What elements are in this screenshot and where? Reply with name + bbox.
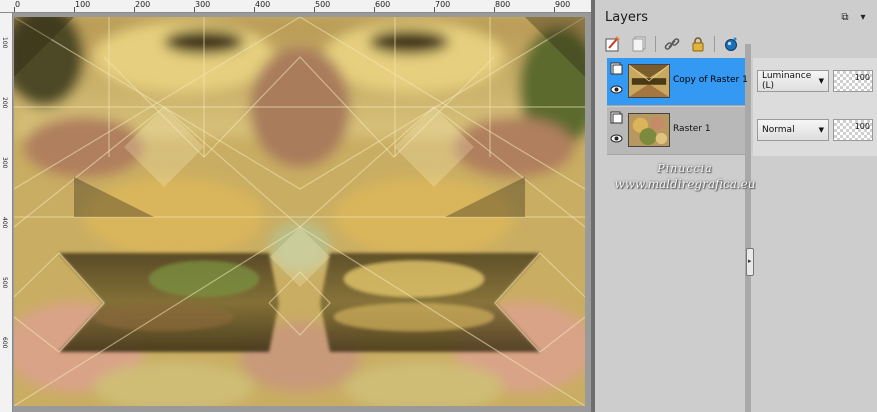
panel-controls: ⧉ ▾: [839, 12, 869, 24]
vertical-ruler[interactable]: 100 200 300 400 500 600: [0, 13, 13, 412]
ruler-label-v-200: 200: [1, 97, 8, 109]
app-window: 0 100 200 300 400 500 600 700 800 900 10…: [0, 0, 877, 412]
duplicate-layer-icon[interactable]: [629, 34, 649, 54]
toolbar-separator: [655, 36, 656, 52]
layer-thumbnail: [628, 113, 670, 147]
color-ball-icon[interactable]: [721, 34, 741, 54]
layer-row-copy-of-raster-1[interactable]: Copy of Raster 1: [607, 58, 748, 106]
ruler-label-h-400: 400: [255, 0, 271, 9]
ruler-label-h-300: 300: [195, 0, 211, 9]
layer-name: Raster 1: [673, 124, 711, 134]
horizontal-ruler[interactable]: 0 100 200 300 400 500 600 700 800 900: [0, 0, 591, 13]
link-icon[interactable]: [662, 34, 682, 54]
chevron-down-icon: ▼: [818, 77, 824, 85]
eye-icon[interactable]: [610, 83, 623, 96]
new-raster-layer-icon[interactable]: [603, 34, 623, 54]
ruler-label-h-700: 700: [435, 0, 451, 9]
layer-type-icon: [610, 62, 623, 75]
image-canvas[interactable]: [14, 17, 585, 406]
ruler-label-v-100: 100: [1, 37, 8, 49]
ruler-label-h-500: 500: [315, 0, 331, 9]
watermark-text: Pinuccia www.maldiregrafica.eu: [595, 162, 775, 191]
blend-mode-select[interactable]: Normal ▼: [757, 119, 829, 141]
ruler-label-h-0: 0: [15, 0, 21, 9]
ruler-label-h-800: 800: [495, 0, 511, 9]
ruler-label-h-200: 200: [135, 0, 151, 9]
ruler-label-v-500: 500: [1, 277, 8, 289]
opacity-field[interactable]: 100: [833, 70, 873, 92]
chevron-down-icon[interactable]: ▾: [857, 12, 869, 24]
ruler-label-v-600: 600: [1, 337, 8, 349]
watermark-site: www.maldiregrafica.eu: [614, 177, 756, 191]
layer-props-row: Luminance (L) ▼ 100: [757, 68, 877, 94]
ruler-label-h-900: 900: [555, 0, 571, 9]
ruler-label-v-300: 300: [1, 157, 8, 169]
restore-icon[interactable]: ⧉: [839, 12, 851, 24]
layer-thumbnail: [628, 64, 670, 98]
chevron-down-icon: ▼: [818, 126, 824, 134]
layer-properties: Luminance (L) ▼ 100 Normal ▼ 100: [753, 58, 877, 156]
layer-type-icon: [610, 111, 623, 124]
blend-mode-select[interactable]: Luminance (L) ▼: [757, 70, 829, 92]
opacity-field[interactable]: 100: [833, 119, 873, 141]
ruler-label-v-400: 400: [1, 217, 8, 229]
watermark-author: Pinuccia: [657, 162, 713, 175]
layer-name: Copy of Raster 1: [673, 75, 748, 85]
panel-splitter[interactable]: [745, 44, 751, 412]
layer-row-raster-1[interactable]: Raster 1: [607, 107, 745, 155]
splitter-grip-handle[interactable]: ▸: [746, 248, 754, 276]
panel-title: Layers: [605, 10, 649, 25]
layers-list: Copy of Raster 1 Raster 1: [607, 58, 748, 156]
lock-icon[interactable]: [688, 34, 708, 54]
image-editor-area: 0 100 200 300 400 500 600 700 800 900 10…: [0, 0, 591, 412]
layer-props-row: Normal ▼ 100: [757, 117, 877, 143]
kaleidoscope-artwork: [14, 17, 585, 406]
ruler-label-h-600: 600: [375, 0, 391, 9]
eye-icon[interactable]: [610, 132, 623, 145]
layers-panel: Layers ⧉ ▾ ▸ Copy of Raster 1 Raster 1 L…: [595, 0, 877, 412]
toolbar-separator: [714, 36, 715, 52]
layers-toolbar: [603, 34, 741, 54]
ruler-label-h-100: 100: [75, 0, 91, 9]
